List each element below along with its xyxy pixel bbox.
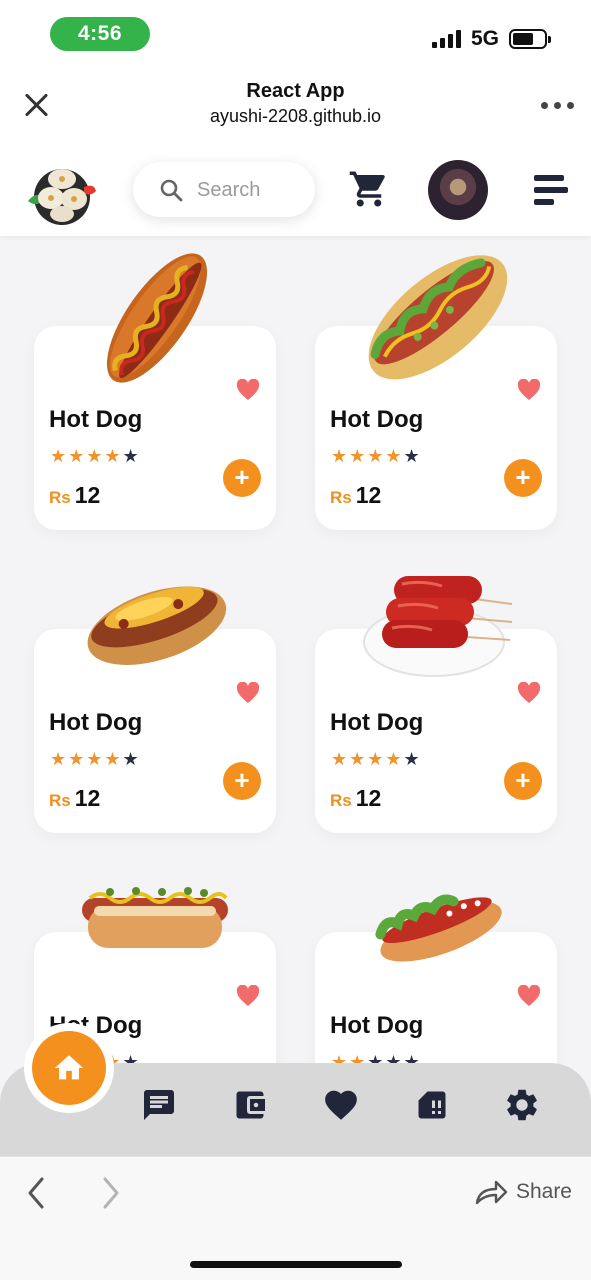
browser-toolbar: Share <box>0 1156 591 1280</box>
network-label: 5G <box>471 27 500 50</box>
browser-header: React App ayushi-2208.github.io <box>0 70 591 148</box>
rating-stars: ★★★★★ <box>331 446 422 466</box>
nav-wallet[interactable] <box>230 1085 270 1125</box>
hot-dog-image <box>368 255 508 380</box>
share-label: Share <box>515 1180 572 1203</box>
search-input[interactable] <box>197 174 307 206</box>
product-grid: Hot Dog ★★★★★ Rs 12 + Hot Dog ★★★★★ Rs 12 … <box>0 236 591 1064</box>
rating-stars: ★★★★★ <box>50 749 141 769</box>
search-box[interactable] <box>133 162 315 217</box>
nav-home[interactable] <box>24 1023 114 1113</box>
favorite-heart-icon[interactable] <box>517 378 541 406</box>
share-button[interactable]: Share <box>474 1179 572 1205</box>
favorite-heart-icon[interactable] <box>517 984 541 1012</box>
signal-icon <box>432 30 464 48</box>
product-price: Rs 12 <box>330 482 382 508</box>
product-name: Hot Dog <box>330 709 424 736</box>
share-icon <box>475 1180 508 1205</box>
more-options-icon[interactable] <box>541 102 574 110</box>
status-time[interactable]: 4:56 <box>50 17 150 51</box>
heart-icon <box>325 1090 357 1120</box>
forward-icon[interactable] <box>99 1175 123 1211</box>
nav-documents[interactable] <box>412 1085 452 1125</box>
rating-stars: ★★★★★ <box>50 446 141 466</box>
hot-dog-image <box>87 586 227 665</box>
chat-icon <box>144 1090 174 1120</box>
hot-dog-image <box>375 894 502 962</box>
add-to-cart-button[interactable]: + <box>223 762 261 800</box>
page-title: React App <box>246 80 345 102</box>
favorite-heart-icon[interactable] <box>236 984 260 1012</box>
settings-icon <box>507 1089 537 1121</box>
nav-favorites[interactable] <box>321 1085 361 1125</box>
add-to-cart-button[interactable]: + <box>223 459 261 497</box>
home-icon <box>54 1055 84 1080</box>
avatar[interactable] <box>428 160 488 220</box>
product-price: Rs 12 <box>49 482 101 508</box>
hot-dog-image <box>82 887 228 948</box>
cart-icon[interactable] <box>348 168 390 210</box>
favorite-heart-icon[interactable] <box>236 378 260 406</box>
battery-icon <box>509 29 551 49</box>
add-to-cart-button[interactable]: + <box>504 762 542 800</box>
menu-icon[interactable] <box>534 175 568 205</box>
nav-settings[interactable] <box>502 1085 542 1125</box>
nav-messages[interactable] <box>139 1085 179 1125</box>
status-bar: 4:56 5G <box>0 0 591 70</box>
rating-stars: ★★★★★ <box>331 749 422 769</box>
product-price: Rs 12 <box>49 785 101 811</box>
sausage-plate-image <box>363 576 513 677</box>
wallet-icon <box>236 1091 265 1119</box>
back-icon[interactable] <box>24 1175 48 1211</box>
product-price: Rs 12 <box>330 785 382 811</box>
app-header <box>0 148 591 236</box>
product-name: Hot Dog <box>49 406 143 433</box>
favorite-heart-icon[interactable] <box>236 681 260 709</box>
page-url: ayushi-2208.github.io <box>209 106 382 126</box>
logo-icon[interactable] <box>24 157 96 229</box>
hot-dog-image <box>106 253 208 383</box>
document-icon <box>418 1091 446 1119</box>
home-button[interactable] <box>32 1031 106 1105</box>
home-indicator <box>190 1261 402 1268</box>
search-icon <box>160 179 183 202</box>
add-to-cart-button[interactable]: + <box>504 459 542 497</box>
favorite-heart-icon[interactable] <box>517 681 541 709</box>
product-name: Hot Dog <box>49 709 143 736</box>
product-name: Hot Dog <box>330 1012 424 1039</box>
product-name: Hot Dog <box>330 406 424 433</box>
